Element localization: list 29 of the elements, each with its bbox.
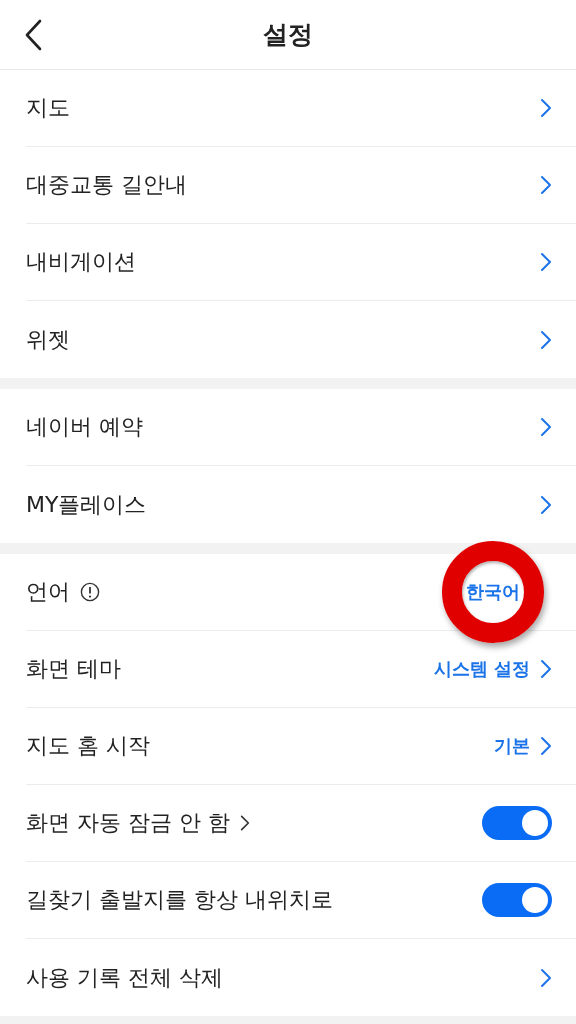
toggle-switch[interactable] <box>482 806 552 840</box>
chevron-icon <box>540 98 552 118</box>
chevron-icon <box>540 967 552 988</box>
setting-label: 화면 자동 잠금 안 함 <box>26 809 230 837</box>
toggle-switch[interactable] <box>482 883 552 917</box>
chevron-icon <box>540 175 552 195</box>
chevron-icon[interactable] <box>240 814 250 832</box>
page-title: 설정 <box>263 19 313 51</box>
chevron-icon <box>540 329 552 350</box>
setting-label: 언어 <box>26 578 70 606</box>
setting-label: 화면 테마 <box>26 655 121 683</box>
setting-value[interactable]: 한국어 <box>466 580 520 604</box>
setting-label: 대중교통 길안내 <box>26 171 187 199</box>
setting-value[interactable]: 기본 <box>494 734 530 758</box>
setting-label: 지도 홈 시작 <box>26 732 150 760</box>
setting-label: 길찾기 출발지를 항상 내위치로 <box>26 886 333 914</box>
setting-label: 네이버 예약 <box>26 413 143 441</box>
setting-label: 내비게이션 <box>26 248 136 276</box>
setting-label: 위젯 <box>26 325 70 354</box>
chevron-icon <box>540 659 552 679</box>
chevron-icon <box>540 736 552 756</box>
chevron-icon <box>540 417 552 437</box>
chevron-icon <box>540 494 552 515</box>
setting-label: MY플레이스 <box>26 490 147 519</box>
setting-label: 사용 기록 전체 삭제 <box>26 963 223 992</box>
setting-label: 지도 <box>26 94 70 122</box>
info-icon[interactable] <box>80 582 100 602</box>
chevron-icon <box>540 252 552 272</box>
setting-value[interactable]: 시스템 설정 <box>433 657 530 681</box>
